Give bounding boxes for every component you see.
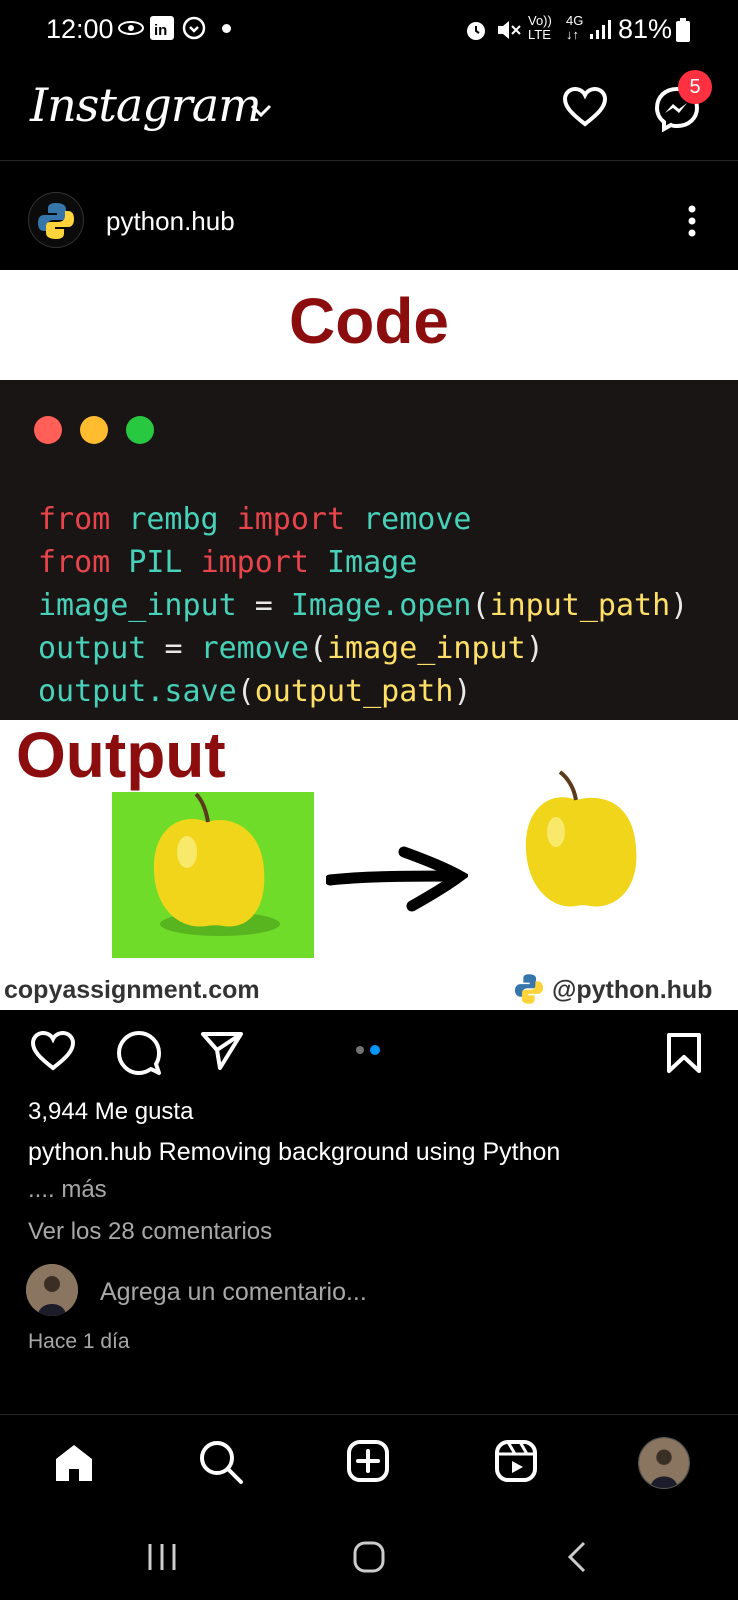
bookmark-icon[interactable]: [666, 1032, 702, 1074]
post-username[interactable]: python.hub: [106, 206, 235, 237]
output-heading: Output: [16, 719, 226, 791]
status-bar: 12:00 in Vo)) LTE 4G ↓↑ 81%: [0, 0, 738, 58]
caption-more-link[interactable]: .... más: [28, 1176, 107, 1204]
python-logo-icon: [38, 203, 74, 239]
like-count[interactable]: 3,944 Me gusta: [28, 1098, 193, 1126]
profile-avatar[interactable]: [638, 1437, 690, 1489]
like-heart-icon[interactable]: [30, 1030, 76, 1072]
window-maximize-dot: [126, 416, 154, 444]
heart-circle-icon: [182, 16, 206, 40]
apple-before-image: [112, 792, 314, 958]
add-comment-input[interactable]: Agrega un comentario...: [100, 1278, 367, 1307]
code-window: from rembg import remove from PIL import …: [0, 380, 738, 720]
profile-photo-icon: [639, 1438, 689, 1488]
volte-indicator: Vo)) LTE: [528, 13, 552, 42]
chevron-down-icon[interactable]: [250, 104, 272, 118]
more-options-icon[interactable]: [686, 204, 698, 238]
code-line: from rembg import remove: [38, 502, 472, 537]
watermark-left: copyassignment.com: [4, 976, 260, 1004]
battery-icon: [676, 18, 690, 42]
header-divider: [0, 160, 738, 161]
signal-icon: [590, 20, 611, 39]
status-time: 12:00: [46, 14, 114, 44]
home-icon[interactable]: [52, 1441, 96, 1485]
system-navigation: [0, 1522, 738, 1600]
window-minimize-dot: [80, 416, 108, 444]
comment-icon[interactable]: [116, 1030, 162, 1076]
notification-dot: [222, 24, 231, 33]
alarm-icon: [467, 22, 485, 40]
python-logo-icon: [514, 974, 544, 1004]
home-button-icon[interactable]: [352, 1540, 386, 1574]
share-send-icon[interactable]: [200, 1030, 244, 1072]
code-line: output = remove(image_input): [38, 631, 544, 666]
apple-before-icon: [153, 792, 280, 936]
instagram-logo[interactable]: Instagram: [30, 78, 262, 132]
battery-level: 81%: [618, 14, 673, 44]
bottom-navigation: [0, 1414, 738, 1525]
post-timestamp: Hace 1 día: [28, 1330, 130, 1353]
carousel-dot-active: [370, 1045, 380, 1055]
notifications-heart-icon[interactable]: [562, 86, 608, 128]
code-block: from rembg import remove from PIL import …: [38, 498, 688, 713]
back-button-icon[interactable]: [566, 1540, 588, 1574]
code-line: output.save(output_path): [38, 674, 472, 709]
post-caption: python.hub Removing background using Pyt…: [28, 1138, 560, 1167]
carousel-dot: [356, 1046, 364, 1054]
code-line: image_input = Image.open(input_path): [38, 588, 689, 623]
post-author-avatar[interactable]: [28, 192, 84, 248]
search-icon[interactable]: [198, 1439, 244, 1485]
code-line: from PIL import Image: [38, 545, 418, 580]
user-photo-icon: [26, 1264, 78, 1316]
create-post-icon[interactable]: [346, 1439, 390, 1483]
post-image[interactable]: Code from rembg import remove from PIL im…: [0, 270, 738, 1010]
apple-after-icon: [525, 770, 637, 907]
svg-text:in: in: [154, 22, 167, 39]
window-close-dot: [34, 416, 62, 444]
watermark-right: @python.hub: [552, 976, 713, 1004]
caption-text: Removing background using Python: [158, 1138, 561, 1166]
view-comments-link[interactable]: Ver los 28 comentarios: [28, 1218, 272, 1246]
reels-icon[interactable]: [494, 1439, 538, 1483]
linkedin-icon: in: [150, 16, 174, 40]
network-indicator: 4G ↓↑: [566, 13, 584, 42]
recent-apps-icon[interactable]: [146, 1542, 178, 1572]
current-user-avatar: [26, 1264, 78, 1316]
eye-icon: [118, 21, 144, 35]
message-badge: 5: [678, 70, 712, 104]
caption-username[interactable]: python.hub: [28, 1138, 152, 1166]
mute-icon: [498, 21, 521, 39]
code-heading: Code: [289, 285, 449, 357]
arrow-right-icon: [326, 846, 468, 912]
